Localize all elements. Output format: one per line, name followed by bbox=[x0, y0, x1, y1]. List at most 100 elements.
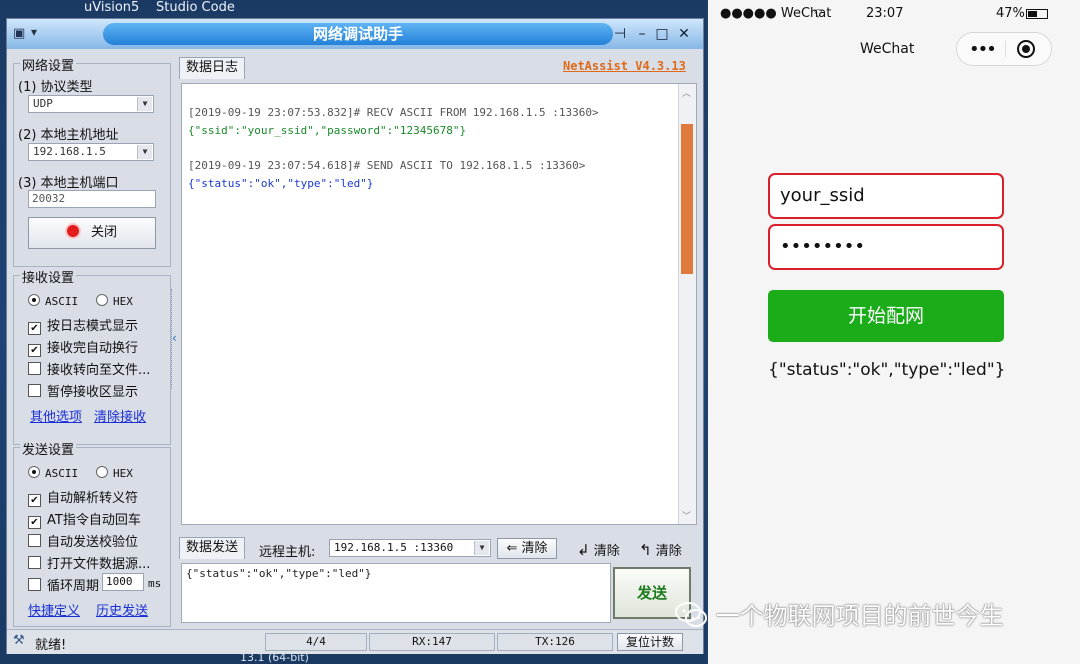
tab-data-send[interactable]: 数据发送 bbox=[179, 537, 246, 559]
radio-checked-icon bbox=[28, 466, 40, 478]
netassist-window: ▣ ▾ 网络调试助手 ⊣ – □ ✕ 网络设置 (1) 协议类型 UDP ▼ (… bbox=[6, 18, 704, 654]
port-input[interactable]: 20032 bbox=[28, 190, 156, 208]
host-select[interactable]: 192.168.1.5 ▼ bbox=[28, 143, 154, 161]
pin-icon[interactable]: ⊣ bbox=[611, 25, 629, 43]
send-option-file-source[interactable]: 打开文件数据源... bbox=[28, 553, 150, 572]
title-bar[interactable]: ▣ ▾ 网络调试助手 ⊣ – □ ✕ bbox=[7, 19, 703, 49]
watermark: 一个物联网项目的前世今生 bbox=[674, 596, 1074, 636]
arrow-left-icon: ⇐ bbox=[506, 541, 518, 556]
status-battery-percent: 47% bbox=[996, 6, 1025, 21]
send-ascii-radio[interactable]: ASCII bbox=[28, 466, 78, 480]
taskbar-item-studio-code[interactable]: Studio Code bbox=[156, 0, 235, 15]
checkbox-unchecked-icon bbox=[28, 534, 41, 547]
loop-period-input[interactable]: 1000 bbox=[102, 573, 144, 591]
loop-label: 循环周期 bbox=[47, 579, 100, 594]
log-scrollbar[interactable]: ︿ ﹀ bbox=[678, 84, 696, 524]
send-history-link[interactable]: 历史发送 bbox=[96, 600, 148, 619]
clear-send-label: 清除 bbox=[655, 544, 682, 559]
recv-option-auto-newline[interactable]: ✔ 接收完自动换行 bbox=[28, 337, 138, 357]
password-input[interactable]: •••••••• bbox=[768, 224, 1004, 270]
chevron-left-icon[interactable]: ‹ bbox=[172, 331, 177, 345]
chevron-down-icon[interactable]: ▼ bbox=[137, 97, 152, 111]
right-edge bbox=[1064, 0, 1080, 664]
shortcut-define-link[interactable]: 快捷定义 bbox=[28, 600, 80, 619]
recv-ascii-radio[interactable]: ASCII bbox=[28, 294, 78, 308]
status-bar: ⚒ 就绪! 4/4 RX:147 TX:126 复位计数 bbox=[7, 629, 703, 654]
status-count: 4/4 bbox=[265, 633, 367, 651]
taskbar-top: uVision5 Studio Code bbox=[0, 0, 706, 20]
send-textarea[interactable]: {"status":"ok","type":"led"} bbox=[181, 563, 611, 623]
panel-splitter[interactable]: ‹ bbox=[171, 289, 180, 389]
start-config-button[interactable]: 开始配网 bbox=[768, 290, 1004, 342]
protocol-value: UDP bbox=[33, 97, 53, 110]
status-ready: 就绪! bbox=[35, 638, 67, 653]
recv-option-to-file[interactable]: 接收转向至文件... bbox=[28, 359, 150, 378]
status-time: 23:07 bbox=[866, 6, 904, 21]
scroll-down-icon[interactable]: ﹀ bbox=[682, 509, 691, 522]
log-area[interactable]: [2019-09-19 23:07:53.832]# RECV ASCII FR… bbox=[181, 83, 697, 525]
loop-unit: ms bbox=[148, 577, 162, 590]
checkbox-unchecked-icon bbox=[28, 556, 41, 569]
record-icon bbox=[66, 225, 79, 237]
recv-ascii-label: ASCII bbox=[45, 295, 79, 308]
more-icon[interactable]: ••• bbox=[969, 39, 997, 60]
protocol-select[interactable]: UDP ▼ bbox=[28, 95, 154, 113]
chevron-down-icon[interactable]: ▼ bbox=[137, 145, 152, 159]
chevron-down-icon[interactable]: ▼ bbox=[474, 541, 489, 555]
clear-remote-button[interactable]: ⇐ 清除 bbox=[497, 538, 557, 559]
scroll-up-icon[interactable]: ︿ bbox=[682, 86, 691, 99]
recv-option-pause[interactable]: 暂停接收区显示 bbox=[28, 381, 138, 400]
nav-title: WeChat bbox=[860, 41, 915, 57]
system-menu-icon[interactable]: ▾ bbox=[31, 25, 37, 39]
clear-send-button[interactable]: ↰ 清除 bbox=[639, 540, 682, 559]
tab-data-log[interactable]: 数据日志 bbox=[179, 57, 246, 79]
checkbox-unchecked-icon bbox=[28, 384, 41, 397]
recv-option-label: 接收完自动换行 bbox=[47, 341, 139, 356]
ssid-input[interactable]: your_ssid bbox=[768, 173, 1004, 219]
recv-hex-radio[interactable]: HEX bbox=[96, 294, 133, 308]
net-settings-title: 网络设置 bbox=[20, 55, 77, 74]
radio-unchecked-icon bbox=[96, 294, 108, 306]
phone-bottom bbox=[708, 632, 1064, 664]
recv-option-label: 接收转向至文件... bbox=[47, 363, 151, 378]
battery-icon bbox=[1026, 9, 1048, 19]
mini-program-capsule: ••• bbox=[956, 32, 1052, 66]
close-icon[interactable]: ✕ bbox=[675, 25, 693, 43]
send-hex-radio[interactable]: HEX bbox=[96, 466, 133, 480]
recv-more-options-link[interactable]: 其他选项 bbox=[30, 406, 82, 425]
send-hex-label: HEX bbox=[113, 467, 133, 480]
wechat-logo-icon bbox=[675, 602, 707, 627]
recv-clear-link[interactable]: 清除接收 bbox=[94, 406, 146, 425]
log-entry-body: {"ssid":"your_ssid","password":"12345678… bbox=[188, 124, 467, 137]
checkbox-unchecked-icon bbox=[28, 362, 41, 375]
recv-hex-label: HEX bbox=[113, 295, 133, 308]
send-option-label: 打开文件数据源... bbox=[47, 557, 151, 572]
checkbox-checked-icon: ✔ bbox=[28, 516, 41, 529]
checkbox-checked-icon: ✔ bbox=[28, 322, 41, 335]
close-circle-icon[interactable] bbox=[1017, 40, 1035, 58]
host-value: 192.168.1.5 bbox=[33, 145, 106, 158]
recv-option-label: 暂停接收区显示 bbox=[47, 385, 139, 400]
maximize-icon[interactable]: □ bbox=[653, 25, 671, 43]
send-option-loop[interactable]: 循环周期 bbox=[28, 575, 99, 594]
close-connection-button[interactable]: 关闭 bbox=[28, 217, 156, 249]
send-settings-title: 发送设置 bbox=[20, 439, 77, 458]
recv-option-label: 按日志模式显示 bbox=[47, 319, 139, 334]
window-title: 网络调试助手 bbox=[103, 23, 613, 45]
send-option-at-cr[interactable]: ✔ AT指令自动回车 bbox=[28, 509, 141, 529]
version-link[interactable]: NetAssist V4.3.13 bbox=[563, 59, 686, 73]
checkbox-checked-icon: ✔ bbox=[28, 344, 41, 357]
taskbar-item-uvision[interactable]: uVision5 bbox=[84, 0, 139, 15]
recv-option-log-mode[interactable]: ✔ 按日志模式显示 bbox=[28, 315, 138, 335]
clear-recv-button[interactable]: ↲ 清除 bbox=[577, 540, 620, 559]
send-option-escape[interactable]: ✔ 自动解析转义符 bbox=[28, 487, 138, 507]
minimize-icon[interactable]: – bbox=[633, 25, 651, 43]
clear-recv-label: 清除 bbox=[593, 544, 620, 559]
app-icon[interactable]: ▣ bbox=[13, 26, 29, 42]
send-option-checksum[interactable]: 自动发送校验位 bbox=[28, 531, 138, 550]
wifi-icon: ⌔ bbox=[812, 7, 825, 22]
scrollbar-thumb[interactable] bbox=[681, 124, 693, 274]
remote-host-value: 192.168.1.5 :13360 bbox=[334, 541, 454, 554]
net-settings-group: 网络设置 (1) 协议类型 UDP ▼ (2) 本地主机地址 192.168.1… bbox=[13, 55, 171, 267]
remote-host-select[interactable]: 192.168.1.5 :13360 ▼ bbox=[329, 539, 491, 557]
